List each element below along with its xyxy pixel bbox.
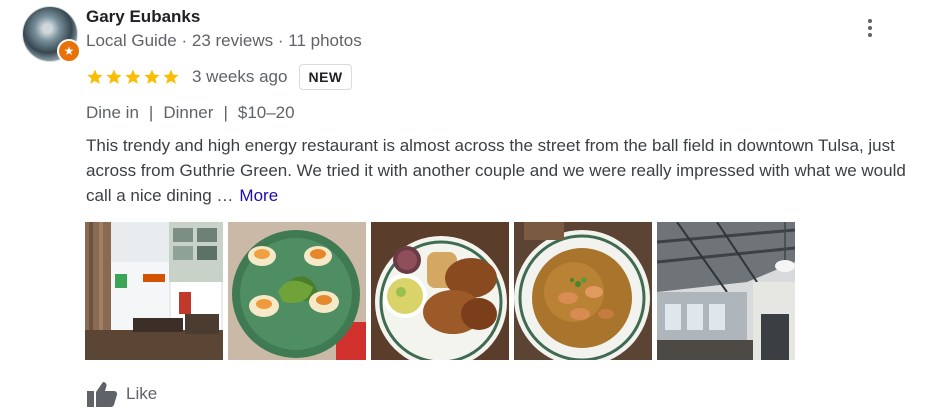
reviewer-photo-count: 11 photos	[288, 31, 362, 50]
star-icon	[87, 69, 103, 84]
service-type: Dine in	[86, 103, 139, 122]
review-body: This trendy and high energy restaurant i…	[86, 136, 906, 205]
thumbs-up-icon	[87, 382, 118, 407]
local-guide-star-icon: ★	[57, 39, 81, 63]
price-range: $10–20	[237, 103, 295, 122]
reviewer-role: Local Guide	[86, 31, 177, 50]
meta-separator: |	[223, 103, 228, 122]
meta-separator: |	[148, 103, 154, 122]
star-rating	[86, 68, 180, 86]
reviewer-subtitle: Local Guide · 23 reviews · 11 photos	[86, 31, 362, 51]
review-photo-interior[interactable]	[85, 222, 223, 360]
review-photo-deviled-eggs[interactable]	[228, 222, 366, 360]
separator-dot: ·	[181, 31, 188, 50]
more-link[interactable]: More	[239, 186, 278, 205]
star-icon	[106, 69, 122, 84]
review-photo-fried-chicken[interactable]	[371, 222, 509, 360]
star-icon	[144, 69, 160, 84]
new-badge: NEW	[299, 64, 352, 90]
reviewer-name[interactable]: Gary Eubanks	[86, 7, 200, 27]
separator-dot: ·	[277, 31, 284, 50]
visit-details: Dine in | Dinner | $10–20	[86, 103, 295, 123]
star-icon	[163, 69, 179, 84]
reviewer-avatar[interactable]: ★	[22, 6, 81, 63]
review-photo-gumbo[interactable]	[514, 222, 652, 360]
review-time: 3 weeks ago	[192, 67, 288, 86]
star-icon	[125, 69, 141, 84]
rating-row: 3 weeks ago NEW	[86, 63, 352, 91]
photo-strip	[85, 222, 795, 360]
meal-type: Dinner	[163, 103, 214, 122]
like-button[interactable]: Like	[86, 380, 157, 408]
review-text: This trendy and high energy restaurant i…	[86, 133, 916, 208]
review-photo-ceiling[interactable]	[657, 222, 795, 360]
reviewer-review-count: 23 reviews	[191, 31, 274, 50]
like-label: Like	[126, 384, 158, 403]
more-vert-icon[interactable]	[858, 14, 882, 42]
